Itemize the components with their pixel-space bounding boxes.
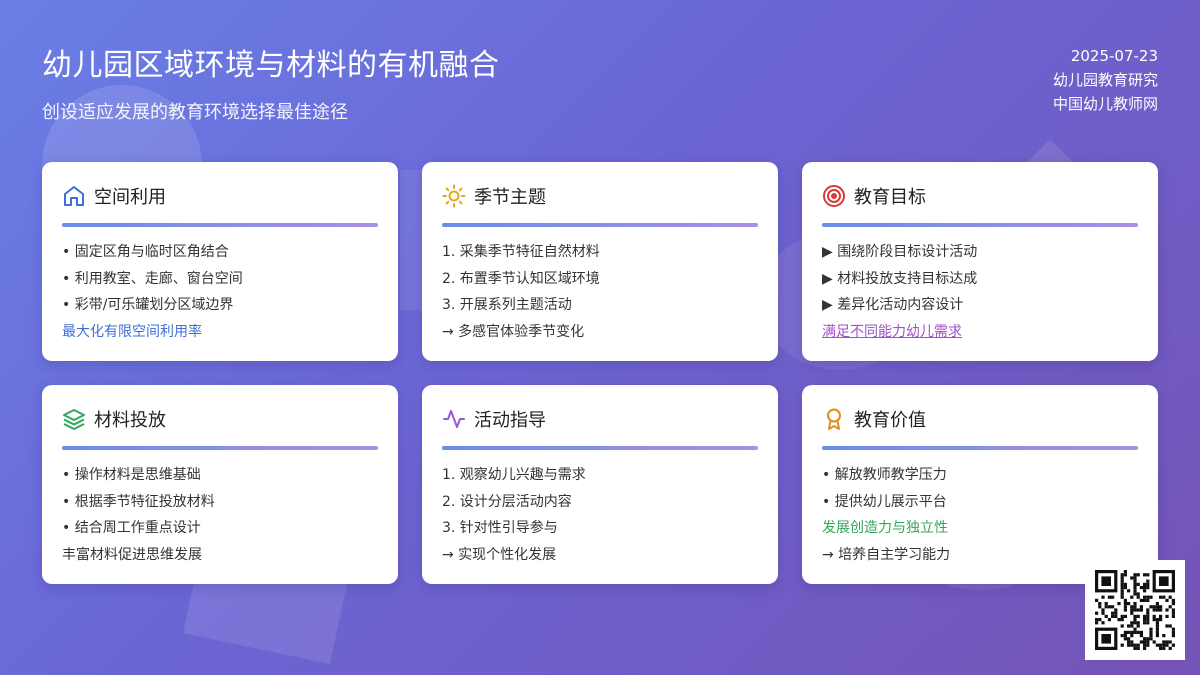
card-title: 教育价值 xyxy=(854,410,926,431)
page-subtitle: 创设适应发展的教育环境选择最佳途径 xyxy=(42,102,348,123)
card-divider xyxy=(62,446,378,450)
card-divider xyxy=(822,446,1138,450)
card-line: 1. 观察幼儿兴趣与需求 xyxy=(442,467,586,483)
card-line: • 根据季节特征投放材料 xyxy=(62,493,215,510)
card-line: • 提供幼儿展示平台 xyxy=(822,493,947,510)
card-title: 材料投放 xyxy=(94,410,166,431)
activity-icon xyxy=(442,407,466,431)
qr-code-icon xyxy=(1095,570,1175,650)
card-line: • 利用教室、走廊、窗台空间 xyxy=(62,270,243,287)
card-line: • 结合周工作重点设计 xyxy=(62,520,201,537)
award-icon xyxy=(822,407,846,431)
meta-date: 2025-07-23 xyxy=(1070,47,1158,65)
card-education-value: 教育价值 • 解放教师教学压力 • 提供幼儿展示平台 发展创造力与独立性 → 培… xyxy=(802,385,1158,584)
card-line: 丰富材料促进思维发展 xyxy=(62,547,202,564)
page-meta: 2025-07-23 幼儿园教育研究 中国幼儿教师网 xyxy=(1053,44,1158,116)
card-material-placement: 材料投放 • 操作材料是思维基础 • 根据季节特征投放材料 • 结合周工作重点设… xyxy=(42,385,398,584)
card-divider xyxy=(442,223,758,227)
layers-icon xyxy=(62,407,86,431)
card-divider xyxy=(822,223,1138,227)
meta-line-2: 中国幼儿教师网 xyxy=(1052,95,1158,113)
card-title: 活动指导 xyxy=(474,410,546,431)
card-line: ▶ 差异化活动内容设计 xyxy=(822,297,964,314)
card-line: → 实现个性化发展 xyxy=(442,547,557,564)
card-line: • 彩带/可乐罐划分区域边界 xyxy=(62,297,234,314)
card-title: 空间利用 xyxy=(94,187,166,208)
card-line: 2. 设计分层活动内容 xyxy=(442,493,572,510)
house-icon xyxy=(62,184,86,208)
card-highlight: 最大化有限空间利用率 xyxy=(62,324,202,341)
card-space-use: 空间利用 • 固定区角与临时区角结合 • 利用教室、走廊、窗台空间 • 彩带/可… xyxy=(42,162,398,361)
card-line: 3. 开展系列主题活动 xyxy=(442,297,572,314)
qr-code[interactable] xyxy=(1085,560,1185,660)
page-title: 幼儿园区域环境与材料的有机融合 xyxy=(42,48,500,83)
card-line: ▶ 围绕阶段目标设计活动 xyxy=(822,244,978,260)
card-divider xyxy=(442,446,758,450)
card-line: 2. 布置季节认知区域环境 xyxy=(442,270,600,287)
page-header: 幼儿园区域环境与材料的有机融合 创设适应发展的教育环境选择最佳途径 xyxy=(42,40,500,124)
card-divider xyxy=(62,223,378,227)
card-season-theme: 季节主题 1. 采集季节特征自然材料 2. 布置季节认知区域环境 3. 开展系列… xyxy=(422,162,778,361)
card-line: • 固定区角与临时区角结合 xyxy=(62,244,229,260)
card-line: • 解放教师教学压力 xyxy=(822,467,947,483)
card-activity-guidance: 活动指导 1. 观察幼儿兴趣与需求 2. 设计分层活动内容 3. 针对性引导参与… xyxy=(422,385,778,584)
sun-icon xyxy=(442,184,466,208)
target-icon xyxy=(822,184,846,208)
card-title: 季节主题 xyxy=(474,187,546,208)
card-highlight: 发展创造力与独立性 xyxy=(822,520,948,537)
card-link[interactable]: 满足不同能力幼儿需求 xyxy=(822,319,1138,346)
card-line: → 多感官体验季节变化 xyxy=(442,324,585,341)
card-education-goal: 教育目标 ▶ 围绕阶段目标设计活动 ▶ 材料投放支持目标达成 ▶ 差异化活动内容… xyxy=(802,162,1158,361)
meta-line-1: 幼儿园教育研究 xyxy=(1052,71,1158,89)
card-title: 教育目标 xyxy=(854,187,926,208)
card-line: • 操作材料是思维基础 xyxy=(62,467,201,483)
card-line: 1. 采集季节特征自然材料 xyxy=(442,244,600,260)
card-line: ▶ 材料投放支持目标达成 xyxy=(822,270,978,287)
card-line: 3. 针对性引导参与 xyxy=(442,520,558,537)
